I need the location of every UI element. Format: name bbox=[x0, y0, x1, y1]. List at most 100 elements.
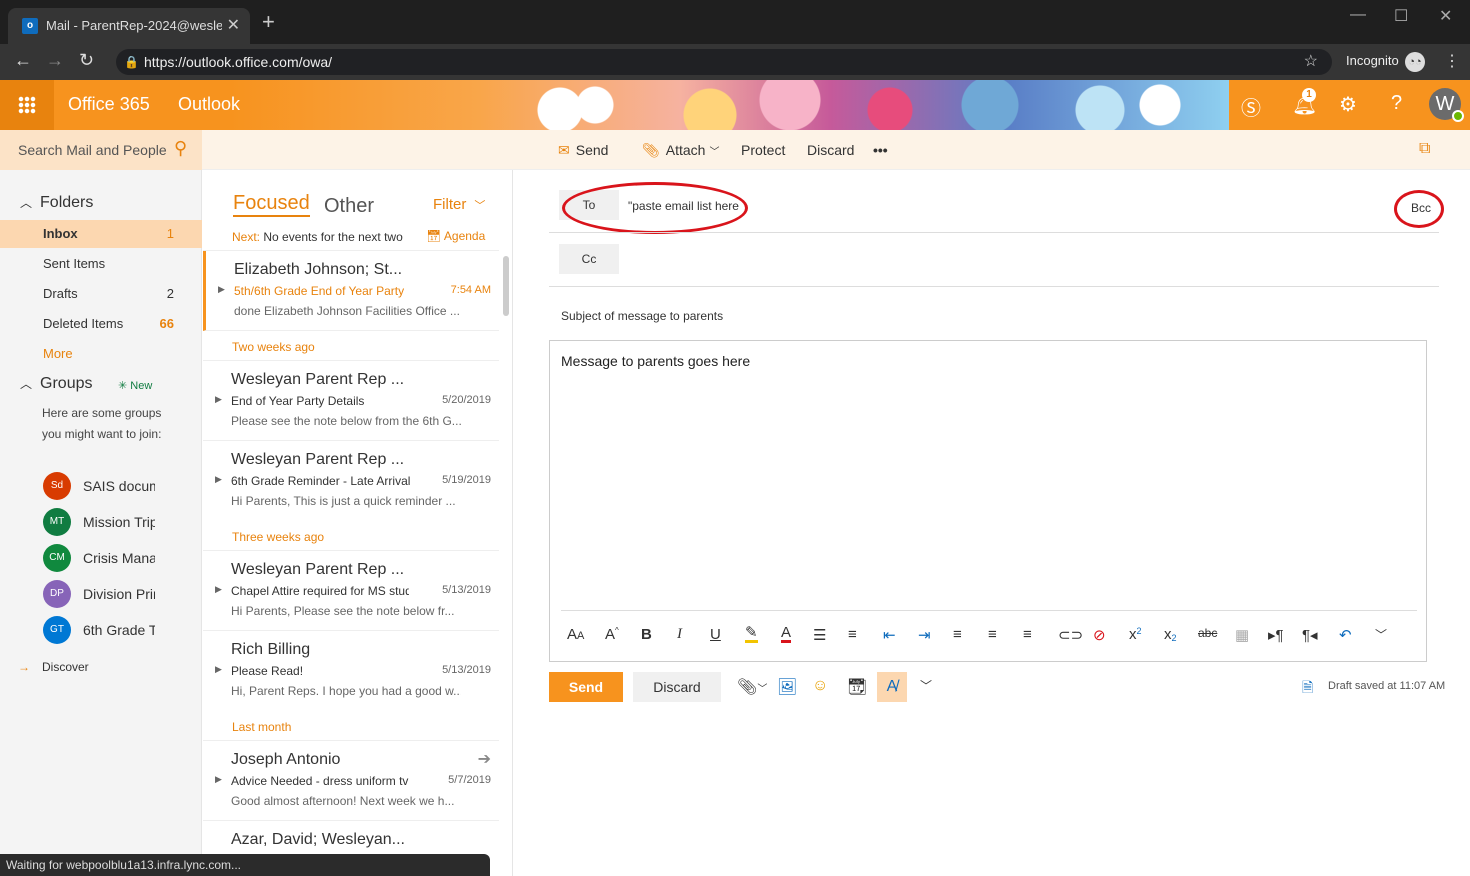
send-command[interactable]: ✉ Send bbox=[558, 142, 608, 159]
new-tab-icon[interactable]: + bbox=[262, 11, 275, 33]
insert-picture-icon[interactable]: 🖼︎ bbox=[777, 677, 797, 697]
font-size-icon[interactable]: AA bbox=[567, 626, 584, 643]
more-commands-icon[interactable]: ••• bbox=[873, 142, 888, 158]
insert-link-icon[interactable]: ⊂⊃ bbox=[1058, 626, 1083, 644]
subject-field[interactable]: Subject of message to parents bbox=[561, 309, 723, 323]
schedule-icon[interactable]: 📆︎ bbox=[847, 677, 867, 697]
annotation-circle-bcc bbox=[1394, 190, 1444, 228]
numbering-icon[interactable]: ≡ bbox=[848, 626, 857, 643]
folder-drafts[interactable]: Drafts 2 bbox=[0, 280, 202, 308]
url-field[interactable]: 🔒 https://outlook.office.com/owa/ ☆ bbox=[116, 49, 1332, 75]
attach-command[interactable]: 📎︎ Attach ﹀ bbox=[642, 142, 719, 159]
insert-table-icon[interactable]: ▦ bbox=[1235, 626, 1249, 644]
bookmark-star-icon[interactable]: ☆ bbox=[1304, 49, 1318, 75]
send-button[interactable]: Send bbox=[549, 672, 623, 702]
superscript-icon[interactable]: x2 bbox=[1129, 626, 1142, 643]
search-icon[interactable]: ⚲ bbox=[174, 138, 187, 159]
cc-button[interactable]: Cc bbox=[559, 244, 619, 274]
expand-icon[interactable]: ▶ bbox=[215, 664, 222, 675]
align-left-icon[interactable]: ≡ bbox=[953, 626, 962, 643]
grow-font-icon[interactable]: A^ bbox=[605, 626, 619, 643]
list-item[interactable]: Wesleyan Parent Rep ... ▶ End of Year Pa… bbox=[203, 361, 499, 441]
gear-icon[interactable]: ⚙ bbox=[1339, 92, 1357, 117]
list-item[interactable]: Wesleyan Parent Rep ... ▶ 6th Grade Remi… bbox=[203, 441, 499, 521]
expand-icon[interactable]: ▶ bbox=[215, 474, 222, 485]
align-right-icon[interactable]: ≡ bbox=[1023, 626, 1032, 643]
chevron-down-icon: ﹀ bbox=[474, 200, 486, 212]
tab-focused[interactable]: Focused bbox=[233, 192, 310, 217]
incognito-icon[interactable]: ◔◔ bbox=[1405, 52, 1425, 72]
list-item[interactable]: Rich Billing ▶ Please Read! 5/13/2019 Hi… bbox=[203, 631, 499, 711]
discover-link[interactable]: → Discover bbox=[18, 660, 89, 674]
agenda-link[interactable]: 📅︎ Agenda bbox=[426, 229, 485, 243]
list-item[interactable]: Wesleyan Parent Rep ... ▶ Chapel Attire … bbox=[203, 551, 499, 631]
group-name: 6th Grade Teachers bbox=[83, 622, 155, 638]
folder-deleted-items[interactable]: Deleted Items 66 bbox=[0, 310, 202, 338]
preview: Please see the note below from the 6th G… bbox=[231, 414, 461, 428]
forward-icon[interactable]: → bbox=[46, 50, 64, 71]
font-color-icon[interactable]: A bbox=[781, 625, 792, 643]
filter-button[interactable]: Filter ﹀ bbox=[433, 196, 485, 213]
folder-inbox[interactable]: Inbox 1 bbox=[0, 220, 202, 248]
more-options-chevron-icon[interactable]: ﹀ bbox=[920, 677, 932, 694]
minimize-icon[interactable]: — bbox=[1350, 6, 1366, 24]
reload-icon[interactable]: ↻ bbox=[79, 50, 94, 71]
strikethrough-icon[interactable]: abc bbox=[1198, 626, 1217, 640]
skype-icon[interactable]: Ⓢ bbox=[1241, 92, 1261, 121]
expand-icon[interactable]: ▶ bbox=[215, 774, 222, 785]
browser-menu-icon[interactable]: ⋮ bbox=[1444, 51, 1460, 71]
more-folders-link[interactable]: More bbox=[0, 340, 202, 368]
folders-header[interactable]: ︿ Folders bbox=[20, 194, 93, 212]
discard-button[interactable]: Discard bbox=[633, 672, 721, 702]
new-group-link[interactable]: ✳ New bbox=[118, 379, 152, 392]
popout-icon[interactable]: ⧉ bbox=[1419, 140, 1430, 158]
office365-brand[interactable]: Office 365 bbox=[68, 94, 150, 115]
ltr-icon[interactable]: ▸¶ bbox=[1268, 626, 1284, 644]
outlook-app-name[interactable]: Outlook bbox=[178, 94, 240, 115]
italic-icon[interactable]: I bbox=[677, 626, 682, 643]
o365-header: Office 365 Outlook Ⓢ 🔔︎ ⚙ ? bbox=[0, 80, 1470, 130]
list-item[interactable]: Elizabeth Johnson; St... ▶ 5th/6th Grade… bbox=[203, 251, 499, 331]
sender: Joseph Antonio bbox=[231, 751, 341, 768]
close-tab-icon[interactable]: ✕ bbox=[227, 15, 240, 35]
align-center-icon[interactable]: ≡ bbox=[988, 626, 997, 643]
groups-header[interactable]: ︿ Groups bbox=[20, 375, 92, 393]
message-body-editor[interactable]: Message to parents goes here AA A^ B I U… bbox=[549, 340, 1427, 662]
next-event-text: Next: No events for the next two bbox=[232, 230, 403, 244]
increase-indent-icon[interactable]: ⇥ bbox=[918, 626, 931, 644]
bold-icon[interactable]: B bbox=[641, 626, 652, 643]
emoji-icon[interactable]: ☺ bbox=[812, 677, 828, 695]
list-item[interactable]: Joseph Antonio ➔ ▶ Advice Needed - dress… bbox=[203, 741, 499, 821]
bullets-icon[interactable]: ☰ bbox=[813, 626, 826, 644]
app-launcher-icon[interactable] bbox=[0, 80, 54, 130]
attach-icon[interactable]: 📎︎﹀ bbox=[737, 677, 767, 697]
remove-link-icon[interactable]: ⊘ bbox=[1093, 626, 1106, 644]
protect-command[interactable]: Protect bbox=[741, 142, 785, 158]
tab-other[interactable]: Other bbox=[324, 195, 374, 218]
underline-icon[interactable]: U bbox=[710, 626, 721, 643]
close-window-icon[interactable]: ✕ bbox=[1439, 6, 1452, 26]
subscript-icon[interactable]: x2 bbox=[1164, 626, 1177, 643]
maximize-icon[interactable]: ☐ bbox=[1394, 6, 1408, 26]
discard-command[interactable]: Discard bbox=[807, 142, 854, 158]
expand-icon[interactable]: ▶ bbox=[215, 584, 222, 595]
search-placeholder: Search Mail and People bbox=[18, 142, 167, 158]
search-input[interactable]: Search Mail and People ⚲ bbox=[0, 130, 202, 170]
group-avatar: Sd bbox=[43, 472, 71, 500]
back-icon[interactable]: ← bbox=[14, 50, 32, 71]
expand-icon[interactable]: ▶ bbox=[218, 284, 225, 295]
highlight-icon[interactable]: ✎ bbox=[745, 625, 758, 643]
decrease-indent-icon[interactable]: ⇤ bbox=[883, 626, 896, 644]
sender: Elizabeth Johnson; St... bbox=[234, 261, 403, 278]
folder-sent-items[interactable]: Sent Items bbox=[0, 250, 202, 278]
help-icon[interactable]: ? bbox=[1391, 92, 1402, 115]
editor-icon[interactable]: A̸ bbox=[877, 672, 907, 702]
rtl-icon[interactable]: ¶◂ bbox=[1302, 626, 1318, 644]
undo-icon[interactable]: ↶ bbox=[1339, 626, 1352, 644]
expand-icon[interactable]: ▶ bbox=[215, 394, 222, 405]
scrollbar[interactable] bbox=[503, 256, 509, 316]
chevron-down-icon[interactable]: ﹀ bbox=[1375, 626, 1387, 643]
group-avatar: GT bbox=[43, 616, 71, 644]
subject: 6th Grade Reminder - Late Arrival bbox=[231, 474, 411, 488]
browser-tab[interactable]: o Mail - ParentRep-2024@wesleyan ✕ bbox=[8, 8, 250, 44]
